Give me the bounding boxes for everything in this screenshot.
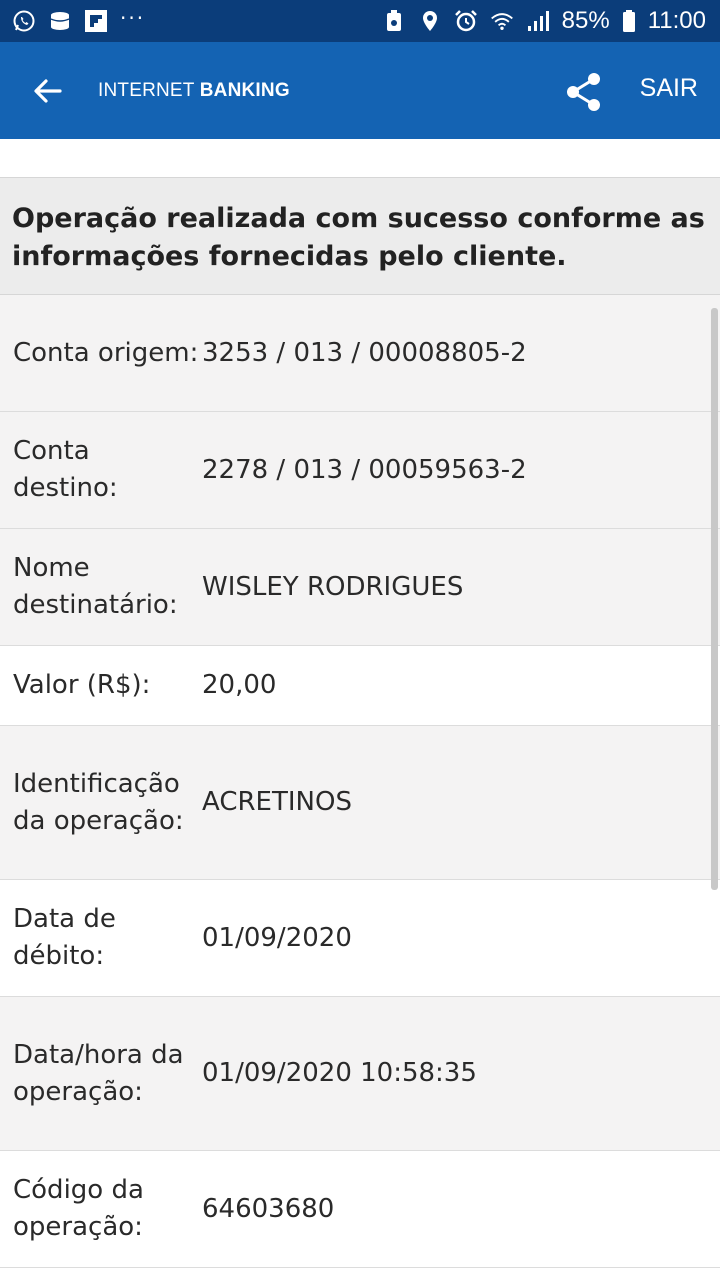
detail-value: 2278 / 013 / 00059563-2 — [202, 454, 527, 485]
clock: 11:00 — [647, 7, 706, 34]
detail-label: Nome destinatário: — [13, 553, 178, 620]
detail-value: 3253 / 013 / 00008805-2 — [202, 337, 527, 368]
battery-saver-icon — [382, 9, 406, 33]
arrow-left-icon — [34, 78, 62, 103]
detail-row-conta-origem: Conta origem: 3253 / 013 / 00008805-2 — [0, 295, 720, 412]
exit-button[interactable]: SAIR — [640, 74, 698, 103]
detail-row-conta-destino: Conta destino: 2278 / 013 / 00059563-2 — [0, 412, 720, 529]
detail-row-valor: Valor (R$): 20,00 — [0, 646, 720, 726]
app-title-light: INTERNET — [98, 79, 200, 101]
detail-label: Data de débito: — [13, 904, 116, 971]
detail-label: Código da operação: — [13, 1175, 144, 1242]
location-icon — [418, 9, 442, 33]
detail-value: 01/09/2020 10:58:35 — [202, 1058, 477, 1088]
wifi-icon — [490, 9, 514, 33]
detail-label: Valor (R$): — [13, 670, 151, 700]
detail-value: 64603680 — [202, 1193, 335, 1224]
flipboard-icon — [84, 9, 108, 33]
status-bar-left: ··· — [12, 6, 146, 33]
detail-value: 01/09/2020 — [202, 922, 352, 953]
detail-row-codigo: Código da operação: 64603680 — [0, 1151, 720, 1268]
detail-value: ACRETINOS — [202, 787, 352, 817]
cloud-icon — [48, 9, 72, 33]
app-bar: INTERNET BANKING SAIR — [0, 42, 720, 139]
detail-value: WISLEY RODRIGUES — [202, 571, 464, 602]
whatsapp-icon — [12, 9, 36, 33]
detail-row-nome-destinatario: Nome destinatário: WISLEY RODRIGUES — [0, 529, 720, 646]
more-notifications-icon: ··· — [120, 6, 146, 30]
app-title-bold: BANKING — [199, 79, 290, 101]
spacer — [0, 139, 720, 177]
status-bar-right: 85% 11:00 — [382, 7, 706, 35]
detail-label: Identificação da operação: — [13, 768, 184, 836]
battery-icon — [622, 9, 636, 33]
battery-percent: 85% — [561, 7, 610, 34]
transfer-details: Conta origem: 3253 / 013 / 00008805-2 Co… — [0, 295, 720, 1268]
alarm-icon — [454, 9, 478, 33]
share-icon — [567, 73, 600, 111]
back-button[interactable] — [22, 65, 74, 117]
detail-row-data-hora: Data/hora da operação: 01/09/2020 10:58:… — [0, 997, 720, 1151]
signal-icon — [526, 9, 550, 33]
detail-label: Data/hora da operação: — [13, 1039, 184, 1107]
status-bar: ··· 85% 11:00 — [0, 0, 720, 42]
detail-row-identificacao: Identificação da operação: ACRETINOS — [0, 726, 720, 880]
share-button[interactable] — [562, 70, 606, 114]
detail-value: 20,00 — [202, 670, 277, 700]
detail-row-data-debito: Data de débito: 01/09/2020 — [0, 880, 720, 997]
app-title: INTERNET BANKING — [98, 80, 290, 102]
detail-label: Conta origem: — [13, 337, 199, 368]
scrollbar[interactable] — [711, 308, 718, 890]
success-message: Operação realizada com sucesso conforme … — [0, 177, 720, 295]
detail-label: Conta destino: — [13, 436, 118, 503]
